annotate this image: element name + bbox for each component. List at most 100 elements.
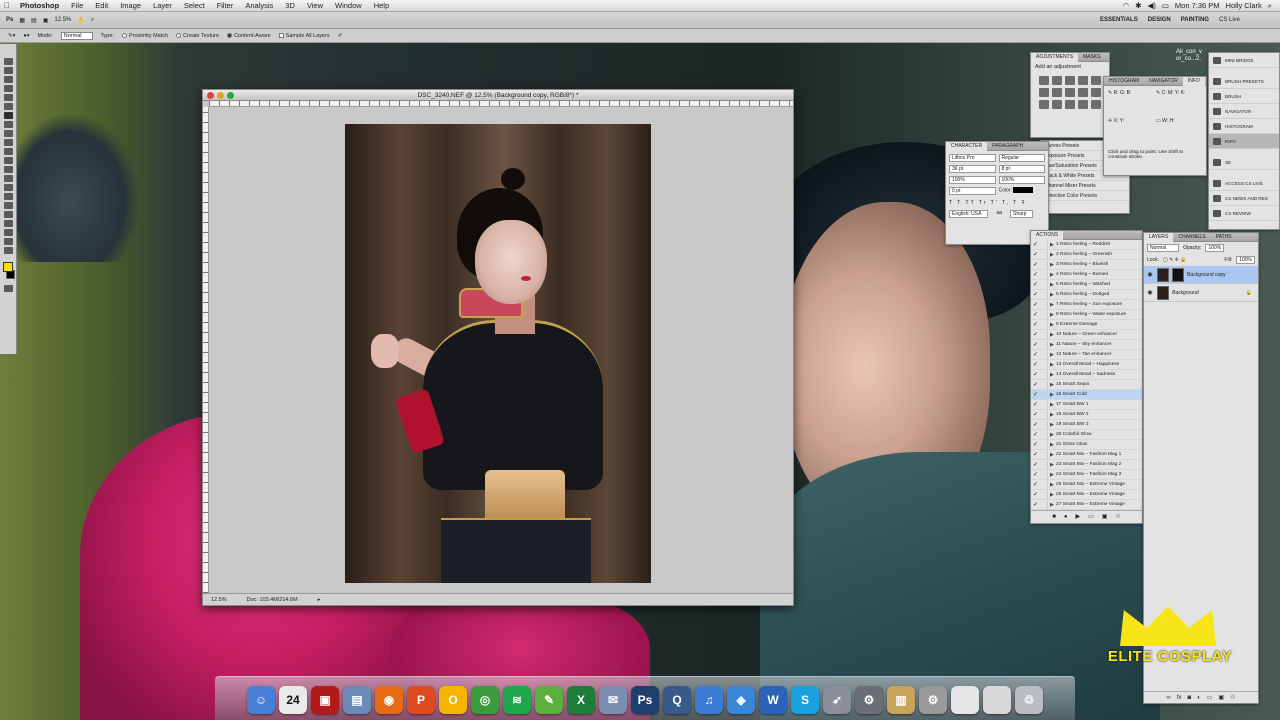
dock-downloads-icon[interactable] [983,686,1011,714]
action-dialog-toggle[interactable] [1040,430,1048,439]
action-dialog-toggle[interactable] [1040,240,1048,249]
workspace-design[interactable]: DESIGN [1148,17,1171,23]
shape-tool-icon[interactable] [3,211,13,218]
action-dialog-toggle[interactable] [1040,410,1048,419]
action-dialog-toggle[interactable] [1040,350,1048,359]
menu-view[interactable]: View [301,1,329,10]
action-dialog-toggle[interactable] [1040,460,1048,469]
dock-photoshop-icon[interactable]: Ps [631,686,659,714]
exposure-icon[interactable] [1078,76,1088,85]
new-layer-icon[interactable]: ▣ [1218,694,1224,701]
document-titlebar[interactable]: DSC_3240.NEF @ 12.5% (Background copy, R… [203,90,793,101]
gradient-tool-icon[interactable] [3,157,13,164]
action-item[interactable]: ✓ ▶ 17 Smart BW 1 [1031,400,1142,410]
brush-tool-icon[interactable] [3,121,13,128]
quick-select-tool-icon[interactable] [3,85,13,92]
zoom-icon[interactable] [227,92,234,99]
dock-trash-icon[interactable]: ♲ [1015,686,1043,714]
dock-contacts-icon[interactable]: ▥ [887,686,915,714]
wifi-icon[interactable]: ◠ [1123,1,1130,10]
action-dialog-toggle[interactable] [1040,390,1048,399]
action-enabled-check-icon[interactable]: ✓ [1031,271,1040,278]
pen-tool-icon[interactable] [3,184,13,191]
quick-mask-icon[interactable] [3,285,13,292]
action-dialog-toggle[interactable] [1040,290,1048,299]
action-item[interactable]: ✓ ▶ 2 Retro feeling – Greenish [1031,250,1142,260]
hand-tool-icon[interactable]: ✋ [77,17,84,24]
selective-color-icon[interactable] [1065,100,1075,109]
anti-alias-select[interactable]: Sharp [1010,210,1034,218]
menu-window[interactable]: Window [329,1,368,10]
action-enabled-check-icon[interactable]: ✓ [1031,431,1040,438]
zoom-level-select[interactable]: 12.5% [54,17,71,23]
bluetooth-icon[interactable]: ✱ [1135,1,1141,10]
action-enabled-check-icon[interactable]: ✓ [1031,381,1040,388]
action-enabled-check-icon[interactable]: ✓ [1031,361,1040,368]
leading-field[interactable]: 8 pt [998,165,1045,173]
dock-calendar-icon[interactable]: 24 [279,686,307,714]
text-color-swatch[interactable] [1013,187,1034,193]
horizontal-ruler[interactable] [209,101,793,107]
dock-preview-icon[interactable]: ✉ [599,686,627,714]
bw-icon[interactable] [1052,88,1062,97]
action-item[interactable]: ✓ ▶ 21 Gloss Glow [1031,440,1142,450]
action-enabled-check-icon[interactable]: ✓ [1031,311,1040,318]
menu-file[interactable]: File [65,1,89,10]
sample-all-layers-checkbox[interactable]: Sample All Layers [278,33,330,39]
dock-spotify-icon[interactable]: ≋ [503,686,531,714]
add-mask-icon[interactable]: ◙ [1187,695,1191,701]
panel-cs-news[interactable]: CS NEWS AND RES [1209,191,1279,206]
text-color-row[interactable]: Color: [999,187,1046,195]
action-enabled-check-icon[interactable]: ✓ [1031,261,1040,268]
new-group-icon[interactable]: ▭ [1207,694,1213,701]
action-item[interactable]: ✓ ▶ 19 Smart BW 3 [1031,420,1142,430]
tab-character[interactable]: CHARACTER [946,141,988,151]
action-item[interactable]: ✓ ▶ 1 Retro feeling – Reddish [1031,240,1142,250]
action-item[interactable]: ✓ ▶ 3 Retro feeling – Blueish [1031,260,1142,270]
workspace-painting[interactable]: PAINTING [1181,17,1209,23]
action-item[interactable]: ✓ ▶ 4 Retro feeling – Burned [1031,270,1142,280]
vertical-scale-field[interactable]: 100% [949,176,996,184]
dock-app-p-icon[interactable]: P [407,686,435,714]
dock-skype-icon[interactable]: S [791,686,819,714]
curves-icon[interactable] [1065,76,1075,85]
adjustment-layer-icon[interactable]: ◐ [1197,695,1201,701]
link-layers-icon[interactable]: ∞ [1167,695,1171,701]
action-item[interactable]: ✓ ▶ 20 Colorful Glow [1031,430,1142,440]
fx-icon[interactable]: fx [1177,695,1182,701]
dock-firefox-icon[interactable]: ◉ [375,686,403,714]
action-enabled-check-icon[interactable]: ✓ [1031,481,1040,488]
action-enabled-check-icon[interactable]: ✓ [1031,351,1040,358]
panel-brush-presets[interactable]: BRUSH PRESETS [1209,74,1279,89]
preset-item[interactable]: Channel Mixer Presets [1041,181,1129,191]
dock-chrome-icon[interactable]: ◎ [471,686,499,714]
action-dialog-toggle[interactable] [1040,400,1048,409]
action-enabled-check-icon[interactable]: ✓ [1031,471,1040,478]
volume-icon[interactable]: ◀) [1148,1,1156,10]
tab-paragraph[interactable]: PARAGRAPH [987,142,1028,151]
crop-tool-icon[interactable] [3,94,13,101]
screen-mode-icon[interactable]: ▣ [43,17,49,24]
action-dialog-toggle[interactable] [1040,260,1048,269]
action-item[interactable]: ✓ ▶ 5 Retro feeling – Washed [1031,280,1142,290]
dock-itunes-icon[interactable]: ♫ [695,686,723,714]
eye-icon[interactable]: ◉ [1146,289,1154,296]
action-enabled-check-icon[interactable]: ✓ [1031,411,1040,418]
record-icon[interactable]: ● [1064,514,1068,520]
dock-app-o-icon[interactable]: O [439,686,467,714]
action-item[interactable]: ✓ ▶ 24 Smart Mix – Fashion Mag 3 [1031,470,1142,480]
lasso-tool-icon[interactable] [3,76,13,83]
blend-mode-select[interactable]: Normal [1147,244,1180,252]
horizontal-scale-field[interactable]: 100% [998,176,1045,184]
action-item[interactable]: ✓ ▶ 9 Extreme Damage [1031,320,1142,330]
zoom-tool-icon[interactable]: ⌕ [91,17,94,24]
zoom-tool-icon[interactable] [3,247,13,254]
dock-settings-icon[interactable]: ⚙ [919,686,947,714]
menu-edit[interactable]: Edit [89,1,114,10]
threshold-icon[interactable] [1039,100,1049,109]
layer-row[interactable]: ◉ Background copy [1144,266,1258,284]
layer-row[interactable]: ◉ Background 🔒 [1144,284,1258,302]
dodge-tool-icon[interactable] [3,175,13,182]
action-enabled-check-icon[interactable]: ✓ [1031,501,1040,508]
action-dialog-toggle[interactable] [1040,450,1048,459]
